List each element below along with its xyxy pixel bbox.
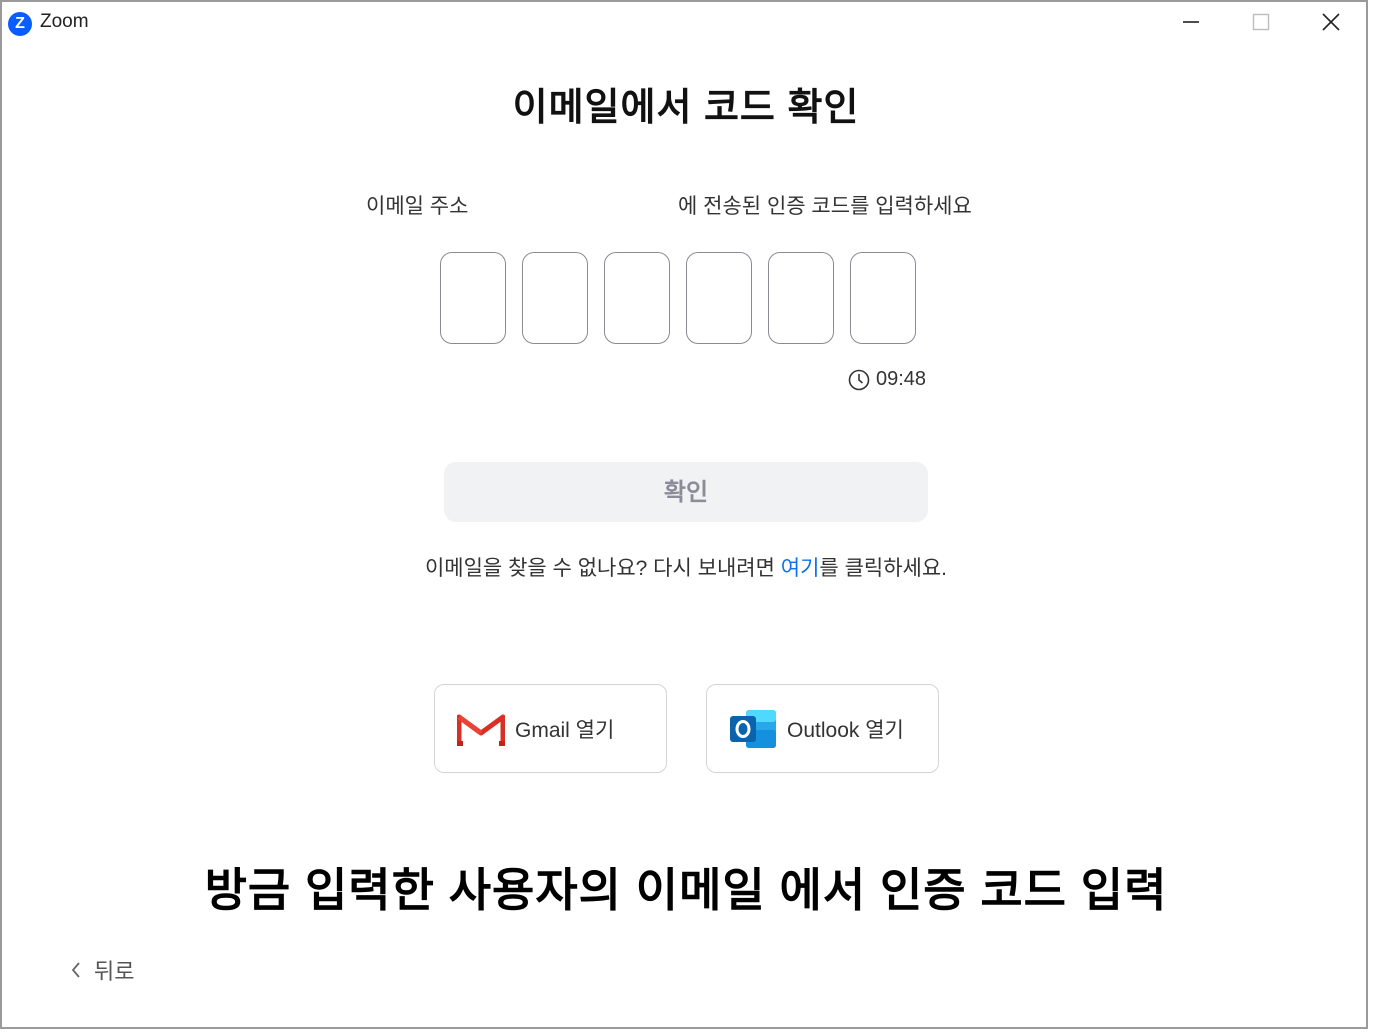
minimize-icon: [1183, 21, 1199, 23]
verification-code-inputs: [440, 252, 916, 344]
countdown-timer: 09:48: [848, 368, 926, 391]
maximize-button[interactable]: [1238, 6, 1284, 38]
instruction-caption: 방금 입력한 사용자의 이메일 에서 인증 코드 입력: [204, 864, 1168, 916]
back-label: 뒤로: [94, 959, 135, 984]
back-button[interactable]: 뒤로: [70, 954, 134, 986]
outlook-label: Outlook 열기: [787, 718, 904, 742]
resend-help-suffix: 를 클릭하세요.: [819, 557, 948, 580]
code-digit-4[interactable]: [686, 252, 752, 344]
code-digit-5[interactable]: [768, 252, 834, 344]
code-digit-1[interactable]: [440, 252, 506, 344]
zoom-window: Z Zoom 이메일에서 코드 확인 이메일 주소 에 전송된 인증 코드를 입…: [0, 0, 1368, 1029]
maximize-icon: [1252, 13, 1270, 31]
open-gmail-button[interactable]: Gmail 열기: [434, 684, 667, 773]
confirm-button[interactable]: 확인: [444, 462, 928, 522]
title-bar: Z Zoom: [2, 2, 1366, 42]
resend-help-prefix: 이메일을 찾을 수 없나요? 다시 보내려면: [424, 557, 781, 580]
code-digit-3[interactable]: [604, 252, 670, 344]
minimize-button[interactable]: [1168, 6, 1214, 38]
timer-value: 09:48: [876, 368, 927, 390]
open-outlook-button[interactable]: Outlook 열기: [706, 684, 939, 773]
close-button[interactable]: [1308, 6, 1354, 38]
outlook-icon: [727, 703, 779, 755]
clock-icon: [848, 369, 870, 390]
resend-help-text: 이메일을 찾을 수 없나요? 다시 보내려면 여기를 클릭하세요.: [2, 552, 1370, 582]
zoom-logo-icon: Z: [8, 12, 32, 36]
gmail-icon: [455, 703, 507, 755]
code-digit-2[interactable]: [522, 252, 588, 344]
close-icon: [1322, 13, 1340, 31]
resend-link[interactable]: 여기: [781, 557, 820, 580]
email-address-label: 이메일 주소: [366, 195, 469, 218]
page-title: 이메일에서 코드 확인: [512, 87, 860, 129]
window-title: Zoom: [40, 11, 89, 32]
chevron-left-icon: [71, 962, 80, 978]
code-sent-instruction: 에 전송된 인증 코드를 입력하세요: [678, 195, 972, 218]
code-digit-6[interactable]: [850, 252, 916, 344]
gmail-label: Gmail 열기: [515, 718, 615, 742]
